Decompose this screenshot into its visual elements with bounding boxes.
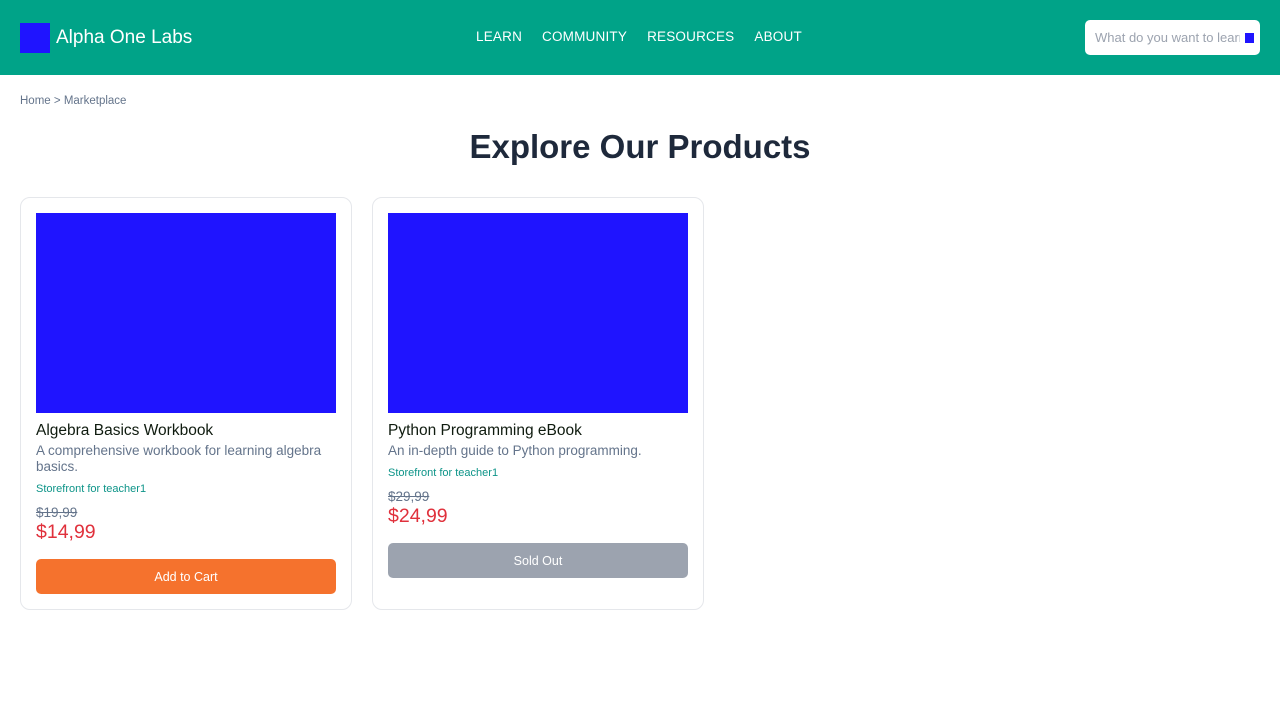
sale-price: $24,99 [388, 505, 448, 527]
product-image[interactable] [36, 213, 336, 413]
breadcrumb-home[interactable]: Home [20, 95, 51, 107]
main-nav: LEARN COMMUNITY RESOURCES ABOUT [476, 29, 822, 44]
top-header: Alpha One Labs LEARN COMMUNITY RESOURCES… [0, 0, 1280, 75]
sale-price: $14,99 [36, 521, 96, 543]
storefront-link[interactable]: Storefront for teacher1 [388, 467, 688, 479]
nav-item-resources[interactable]: RESOURCES [647, 29, 734, 44]
logo-link[interactable]: Alpha One Labs [20, 22, 193, 53]
product-title[interactable]: Python Programming eBook [388, 422, 688, 440]
add-to-cart-button[interactable]: Add to Cart [36, 559, 336, 594]
nav-item-learn[interactable]: LEARN [476, 29, 522, 44]
search-input[interactable] [1095, 27, 1240, 48]
logo-text: Alpha One Labs [56, 26, 193, 48]
product-card: Algebra Basics Workbook A comprehensive … [20, 197, 352, 610]
logo-icon [20, 22, 50, 53]
page-title: Explore Our Products [469, 128, 811, 165]
breadcrumb-current: Marketplace [63, 95, 127, 107]
search-icon[interactable] [1245, 32, 1254, 43]
original-price: $19,99 [36, 505, 78, 520]
nav-item-community[interactable]: COMMUNITY [542, 29, 627, 44]
breadcrumb-separator: > [53, 95, 61, 107]
storefront-link[interactable]: Storefront for teacher1 [36, 483, 336, 495]
nav-item-about[interactable]: ABOUT [754, 29, 802, 44]
product-title[interactable]: Algebra Basics Workbook [36, 422, 336, 440]
product-description: An in-depth guide to Python programming. [388, 443, 642, 458]
product-card: Python Programming eBook An in-depth gui… [372, 197, 704, 610]
original-price: $29,99 [388, 489, 430, 504]
product-image[interactable] [388, 213, 688, 413]
search-box [1085, 20, 1260, 55]
breadcrumb: Home > Marketplace [20, 95, 126, 107]
sold-out-button[interactable]: Sold Out [388, 543, 688, 578]
product-grid: Algebra Basics Workbook A comprehensive … [20, 197, 704, 610]
product-description: A comprehensive workbook for learning al… [36, 443, 322, 474]
